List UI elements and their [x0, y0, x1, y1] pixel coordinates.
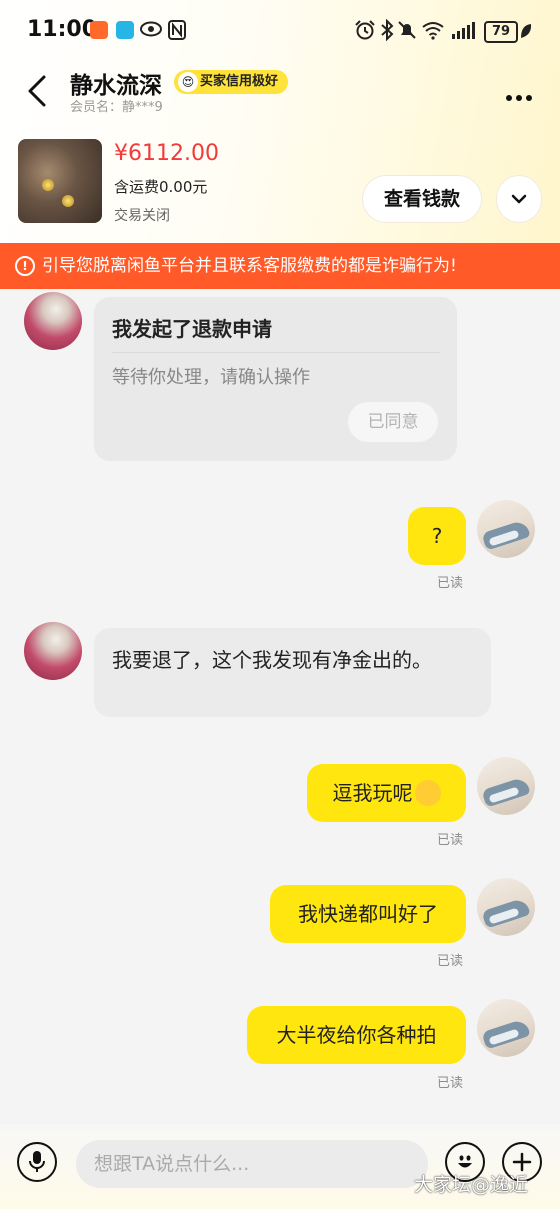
- read-status: 已读: [437, 954, 464, 969]
- message-text: 逗我玩呢: [332, 781, 413, 805]
- nfc-icon: [168, 20, 186, 40]
- message-bubble[interactable]: 我要退了，这个我发现有净金出的。: [94, 628, 491, 717]
- dot-icon: [526, 95, 532, 101]
- divider: [112, 352, 440, 353]
- heart-eyes-icon: 😍: [178, 72, 198, 92]
- my-avatar[interactable]: [477, 999, 535, 1057]
- credit-badge: 😍 买家信用极好: [174, 70, 289, 94]
- read-status: 已读: [437, 576, 464, 591]
- refund-card-subtitle: 等待你处理，请确认操作: [112, 367, 310, 388]
- read-status: 已读: [437, 1076, 464, 1091]
- watermark: 大家坛@逸近: [414, 1174, 529, 1196]
- credit-badge-label: 买家信用极好: [200, 74, 279, 89]
- message-bubble[interactable]: 逗我玩呢: [307, 764, 466, 822]
- wifi-icon: [422, 22, 444, 40]
- page-title: 静水流深: [70, 73, 162, 99]
- product-thumbnail[interactable]: [18, 139, 102, 223]
- my-avatar[interactable]: [477, 500, 535, 558]
- message-bubble[interactable]: 大半夜给你各种拍: [247, 1006, 466, 1064]
- fraud-warning-text: 引导您脱离闲鱼平台并且联系客服缴费的都是诈骗行为!: [42, 256, 457, 276]
- cloud-notification-icon: [116, 21, 134, 39]
- product-price: ¥6112.00: [114, 141, 219, 166]
- microphone-icon: [29, 1151, 45, 1172]
- refund-request-card: 我发起了退款申请 等待你处理，请确认操作 已同意: [94, 297, 457, 461]
- voice-button[interactable]: [17, 1142, 57, 1182]
- dot-icon: [506, 95, 512, 101]
- status-time: 11:00: [27, 17, 98, 42]
- read-status: 已读: [437, 833, 464, 848]
- member-name: 会员名：静***9: [70, 100, 163, 115]
- app-notification-icon: [90, 21, 108, 39]
- earring-image: [62, 195, 74, 207]
- trade-status: 交易关闭: [114, 208, 170, 224]
- mute-bell-icon: [398, 21, 416, 39]
- view-payment-button[interactable]: 查看钱款: [362, 175, 482, 223]
- earring-image: [42, 179, 54, 191]
- message-bubble[interactable]: 我快递都叫好了: [270, 885, 466, 943]
- status-bar: 11:00 79: [0, 0, 560, 62]
- battery-indicator: 79: [484, 21, 518, 43]
- message-input[interactable]: [76, 1140, 428, 1188]
- back-arrow-icon[interactable]: [24, 74, 54, 108]
- chevron-down-icon: [511, 194, 527, 204]
- alarm-icon: [355, 20, 375, 40]
- bluetooth-icon: [381, 19, 394, 41]
- warning-icon: !: [15, 256, 35, 276]
- seller-avatar[interactable]: [24, 292, 82, 350]
- my-avatar[interactable]: [477, 757, 535, 815]
- laughing-crying-emoji-icon: [414, 779, 441, 806]
- refund-card-title: 我发起了退款申请: [112, 317, 272, 341]
- shipping-info: 含运费0.00元: [114, 178, 208, 196]
- more-menu-button[interactable]: [506, 86, 540, 101]
- signal-icon: [452, 22, 475, 39]
- expand-button[interactable]: [496, 175, 542, 223]
- message-bubble[interactable]: ?: [408, 507, 466, 565]
- plus-icon: [512, 1152, 532, 1172]
- leaf-icon: [521, 24, 532, 38]
- my-avatar[interactable]: [477, 878, 535, 936]
- eye-icon: [140, 21, 162, 37]
- fraud-warning-banner: ! 引导您脱离闲鱼平台并且联系客服缴费的都是诈骗行为!: [0, 243, 560, 289]
- agreed-button[interactable]: 已同意: [348, 402, 438, 442]
- seller-avatar[interactable]: [24, 622, 82, 680]
- dot-icon: [516, 95, 522, 101]
